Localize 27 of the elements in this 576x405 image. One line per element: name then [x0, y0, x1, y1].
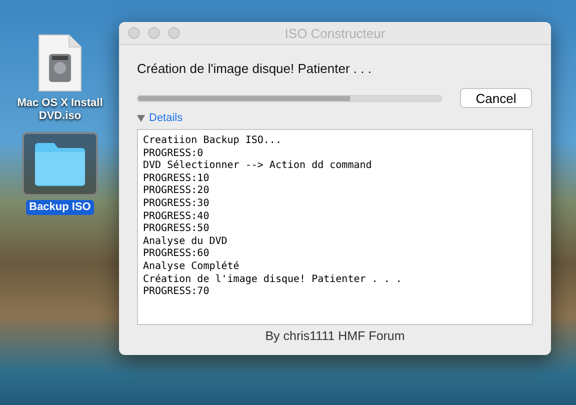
log-line: PROGRESS:50	[143, 223, 210, 236]
file-name-label[interactable]: Mac OS X Install DVD.iso	[12, 96, 108, 124]
minimize-button[interactable]	[148, 27, 160, 39]
log-line: PROGRESS:30	[143, 198, 210, 211]
details-link[interactable]: Details	[149, 112, 183, 124]
log-line: Analyse Complété	[143, 260, 240, 274]
zoom-button[interactable]	[168, 27, 180, 39]
file-name-label[interactable]: Backup ISO	[26, 200, 94, 215]
log-line: Création de l'image disque! Patienter . . .	[143, 274, 402, 286]
close-button[interactable]	[128, 27, 140, 39]
disk-image-file-icon[interactable]	[38, 34, 82, 92]
log-line: PROGRESS:70	[143, 286, 210, 299]
log-line: PROGRESS:40	[143, 210, 210, 224]
log-line: PROGRESS:20	[143, 185, 210, 198]
cancel-button[interactable]: Cancel	[460, 88, 532, 108]
status-message: Création de l'image disque! Patienter . . .	[137, 61, 372, 76]
log-line: PROGRESS:10	[143, 172, 210, 186]
window-title: ISO Constructeur	[284, 26, 386, 40]
folder-icon[interactable]	[34, 142, 86, 186]
disclosure-triangle-icon	[137, 114, 145, 122]
log-line: PROGRESS:0	[143, 148, 204, 160]
log-line: DVD Sélectionner --> Action dd command	[143, 160, 372, 173]
log-line: Analyse du DVD	[143, 236, 228, 248]
credit-text: By chris1111 HMF Forum	[265, 329, 405, 343]
details-disclosure[interactable]: Details	[137, 112, 183, 124]
log-line: Creatiion Backup ISO...	[143, 135, 282, 148]
log-line: PROGRESS:60	[143, 248, 210, 261]
